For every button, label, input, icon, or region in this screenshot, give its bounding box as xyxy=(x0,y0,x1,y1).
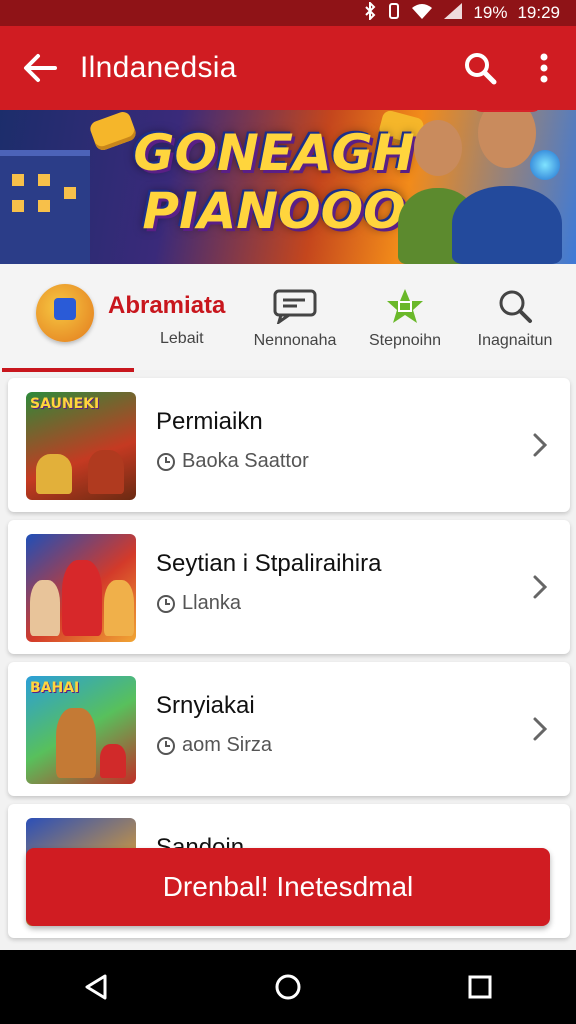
clock-icon xyxy=(157,594,175,613)
status-bar: 19% 19:29 xyxy=(0,0,576,26)
chat-icon xyxy=(271,288,319,324)
search-button[interactable] xyxy=(448,26,512,110)
list-item[interactable]: BAHAI Srnyiakai aom Sirza xyxy=(8,662,570,796)
circle-home-icon xyxy=(275,974,301,1000)
banner-title: GONEAGH PIANOOO xyxy=(124,124,424,240)
back-button[interactable] xyxy=(0,26,80,110)
nav-recents-button[interactable] xyxy=(450,957,510,1017)
cta-container: Drenbal! Inetesdmal xyxy=(0,820,576,950)
chevron-right-icon xyxy=(528,572,552,602)
thumbnail-label: SAUNEKI xyxy=(30,396,100,412)
banner-title-line2: PIANOOO xyxy=(142,182,406,240)
battery-level: 19% xyxy=(473,3,508,22)
tab-abramiata-sub: Lebait xyxy=(160,330,204,347)
tab-stepnoihn[interactable]: Stepnoihn xyxy=(350,264,460,370)
game-logo-icon xyxy=(36,284,94,342)
tab-stepnoihn-label: Stepnoihn xyxy=(368,332,442,349)
promo-banner[interactable]: GONEAGH PIANOOO xyxy=(0,110,576,264)
category-tabs: Abramiata Lebait Nennonaha Stepnoihn Ina… xyxy=(0,264,576,372)
banner-orb-art xyxy=(530,150,560,180)
tab-nennonaha-label: Nennonaha xyxy=(253,332,337,349)
list-item[interactable]: SAUNEKI Permiaikn Baoka Saattor xyxy=(8,378,570,512)
tab-abramiata[interactable]: Abramiata Lebait xyxy=(0,264,240,372)
system-nav-bar xyxy=(0,950,576,1024)
search-icon xyxy=(491,288,539,324)
chevron-right-icon xyxy=(528,430,552,460)
item-meta-text: Llanka xyxy=(182,592,241,614)
banner-title-line1: GONEAGH xyxy=(133,124,415,182)
tab-inagnaitun-label: Inagnaitun xyxy=(477,332,553,349)
tab-nennonaha[interactable]: Nennonaha xyxy=(240,264,350,370)
item-meta: Baoka Saattor xyxy=(156,450,309,473)
arrow-left-icon xyxy=(24,54,57,82)
tab-inagnaitun[interactable]: Inagnaitun xyxy=(460,264,570,370)
chevron-right-icon xyxy=(528,714,552,744)
overflow-menu-button[interactable] xyxy=(512,26,576,110)
bluetooth-icon xyxy=(363,0,377,24)
item-meta: aom Sirza xyxy=(156,734,272,757)
clock-icon xyxy=(157,452,175,471)
nav-back-button[interactable] xyxy=(66,957,126,1017)
star-icon xyxy=(381,288,429,324)
list-item[interactable]: Seytian i Stpaliraihira Llanka xyxy=(8,520,570,654)
item-title: Permiaikn xyxy=(156,408,263,435)
game-thumbnail: SAUNEKI xyxy=(26,392,136,500)
item-title: Srnyiakai xyxy=(156,692,255,719)
search-icon xyxy=(465,53,497,85)
active-tab-indicator xyxy=(2,368,134,372)
banner-building-art xyxy=(0,150,90,264)
item-meta-text: Baoka Saattor xyxy=(182,450,309,472)
vibrate-icon xyxy=(387,2,401,24)
wifi-icon xyxy=(411,2,433,24)
game-thumbnail: BAHAI xyxy=(26,676,136,784)
item-meta: Llanka xyxy=(156,592,241,615)
app-bar: Ilndanedsia xyxy=(0,26,576,110)
nav-home-button[interactable] xyxy=(258,957,318,1017)
download-button[interactable]: Drenbal! Inetesdmal xyxy=(26,848,550,926)
square-recents-icon xyxy=(468,975,492,999)
banner-person-right xyxy=(452,110,562,264)
thumbnail-label: BAHAI xyxy=(30,680,80,696)
page-title: Ilndanedsia xyxy=(80,51,237,84)
item-meta-text: aom Sirza xyxy=(182,734,273,756)
more-vertical-icon xyxy=(540,53,548,83)
item-title: Seytian i Stpaliraihira xyxy=(156,550,382,577)
clock: 19:29 xyxy=(517,3,560,22)
clock-icon xyxy=(157,736,175,755)
game-thumbnail xyxy=(26,534,136,642)
triangle-back-icon xyxy=(85,974,107,1000)
tab-abramiata-label: Abramiata xyxy=(108,292,226,319)
signal-icon xyxy=(443,2,463,24)
